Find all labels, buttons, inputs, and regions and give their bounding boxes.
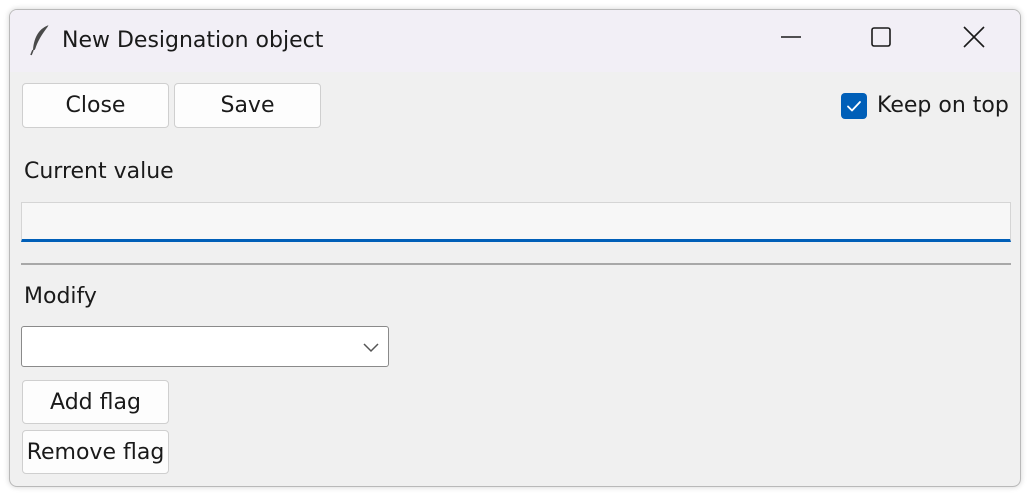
current-value-field[interactable] [21, 202, 1011, 242]
chevron-down-icon[interactable] [362, 339, 380, 353]
title-bar[interactable]: New Designation object [10, 10, 1020, 72]
current-value-label: Current value [24, 159, 174, 184]
maximize-button[interactable] [837, 10, 925, 68]
checkmark-icon [841, 101, 867, 123]
modify-combobox[interactable] [21, 326, 389, 367]
remove-flag-button[interactable]: Remove flag [22, 430, 169, 474]
keep-on-top-checkbox[interactable] [841, 93, 867, 119]
dialog-window: New Designation object Close Save Keep o… [9, 9, 1021, 487]
separator [21, 263, 1011, 265]
keep-on-top-label[interactable]: Keep on top [877, 92, 1009, 120]
save-button[interactable]: Save [174, 83, 321, 128]
add-flag-button[interactable]: Add flag [22, 380, 169, 424]
modify-label: Modify [24, 284, 97, 309]
close-button[interactable]: Close [22, 83, 169, 128]
maximize-icon [870, 26, 892, 52]
window-title: New Designation object [62, 28, 324, 53]
minimize-icon [780, 26, 802, 52]
feather-icon [30, 24, 52, 56]
close-window-button[interactable] [930, 10, 1018, 68]
close-icon [963, 26, 985, 52]
minimize-button[interactable] [747, 10, 835, 68]
